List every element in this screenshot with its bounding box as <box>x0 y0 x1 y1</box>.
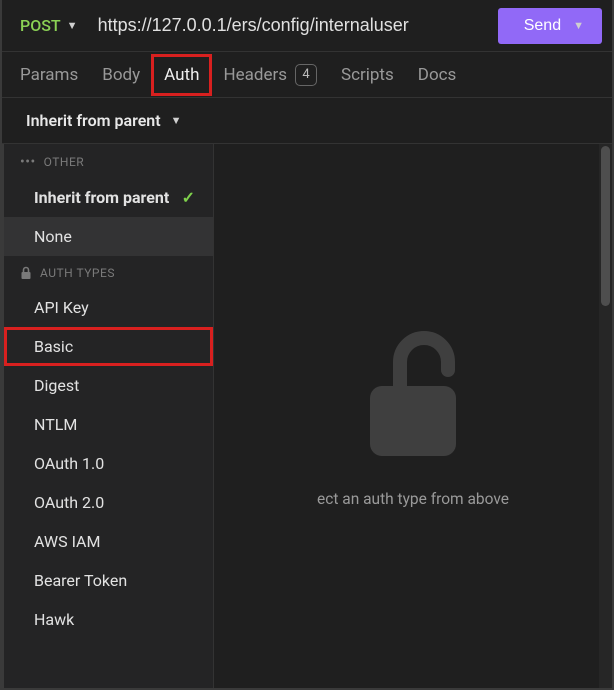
auth-option-api-key[interactable]: API Key <box>4 288 213 327</box>
tab-auth[interactable]: Auth <box>152 55 211 95</box>
empty-state-text: ect an auth type from above <box>317 490 509 508</box>
request-tabs: Params Body Auth Headers 4 Scripts Docs <box>2 52 612 98</box>
tab-docs[interactable]: Docs <box>406 55 469 95</box>
auth-type-dropdown[interactable]: Inherit from parent ▼ <box>2 98 612 144</box>
scrollbar-thumb[interactable] <box>601 146 610 306</box>
auth-content: ••• OTHER Inherit from parent ✓ None AUT… <box>2 144 612 688</box>
scrollbar[interactable] <box>599 144 612 688</box>
send-button-label: Send <box>524 17 561 35</box>
auth-option-bearer[interactable]: Bearer Token <box>4 561 213 600</box>
auth-option-oauth2[interactable]: OAuth 2.0 <box>4 483 213 522</box>
section-auth-types: AUTH TYPES <box>4 256 213 288</box>
auth-sidepanel: ••• OTHER Inherit from parent ✓ None AUT… <box>2 144 214 688</box>
url-input[interactable] <box>92 9 492 42</box>
http-method-label: POST <box>20 16 61 35</box>
auth-option-digest[interactable]: Digest <box>4 366 213 405</box>
auth-type-current: Inherit from parent <box>26 111 161 130</box>
tab-headers[interactable]: Headers 4 <box>211 54 329 96</box>
section-other: ••• OTHER <box>4 144 213 178</box>
auth-option-ntlm[interactable]: NTLM <box>4 405 213 444</box>
caret-down-icon: ▼ <box>171 114 182 127</box>
auth-option-inherit[interactable]: Inherit from parent ✓ <box>4 178 213 217</box>
check-icon: ✓ <box>182 188 195 207</box>
unlock-icon <box>358 324 468 464</box>
caret-down-icon: ▼ <box>573 20 584 32</box>
request-bar: POST ▼ Send ▼ <box>2 0 612 52</box>
lock-icon <box>20 266 32 280</box>
auth-option-aws-iam[interactable]: AWS IAM <box>4 522 213 561</box>
http-method-selector[interactable]: POST ▼ <box>12 12 86 39</box>
send-button[interactable]: Send ▼ <box>498 8 602 44</box>
tab-params[interactable]: Params <box>8 55 90 95</box>
auth-main-area: ect an auth type from above <box>214 144 612 688</box>
tab-scripts[interactable]: Scripts <box>329 55 406 95</box>
auth-option-basic[interactable]: Basic <box>4 327 213 366</box>
more-icon: ••• <box>20 154 36 170</box>
headers-count-badge: 4 <box>295 64 317 86</box>
tab-body[interactable]: Body <box>90 55 152 95</box>
caret-down-icon: ▼ <box>67 19 78 32</box>
auth-option-none[interactable]: None <box>4 217 213 256</box>
auth-option-oauth1[interactable]: OAuth 1.0 <box>4 444 213 483</box>
auth-option-hawk[interactable]: Hawk <box>4 600 213 639</box>
